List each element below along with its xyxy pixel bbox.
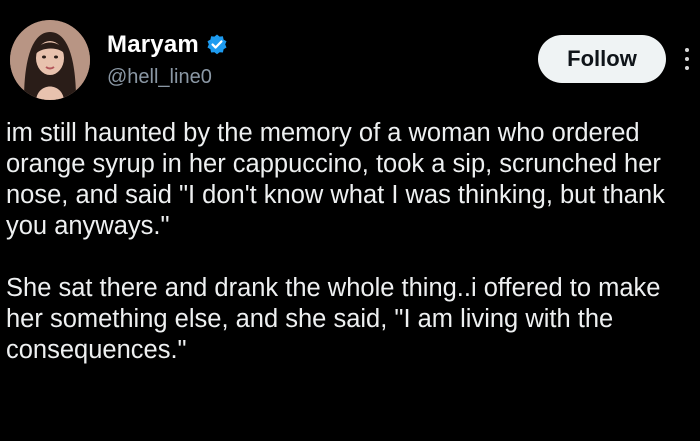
post-text: im still haunted by the memory of a woma… — [6, 118, 698, 366]
post-card: Maryam @hell_line0 Follow im still haunt… — [0, 0, 700, 441]
author-handle[interactable]: @hell_line0 — [107, 66, 229, 89]
more-dot — [685, 66, 689, 70]
author-block: Maryam @hell_line0 — [107, 30, 229, 89]
post-paragraph: She sat there and drank the whole thing.… — [6, 274, 661, 364]
more-dot — [685, 48, 689, 52]
more-dot — [685, 57, 689, 61]
name-row: Maryam — [107, 30, 229, 60]
display-name[interactable]: Maryam — [107, 31, 199, 59]
avatar-illustration-icon — [10, 20, 90, 100]
follow-button[interactable]: Follow — [538, 35, 666, 83]
verified-badge-icon — [205, 33, 229, 57]
post-paragraph: im still haunted by the memory of a woma… — [6, 119, 665, 240]
more-options-icon[interactable] — [674, 42, 700, 76]
avatar[interactable] — [10, 20, 90, 100]
